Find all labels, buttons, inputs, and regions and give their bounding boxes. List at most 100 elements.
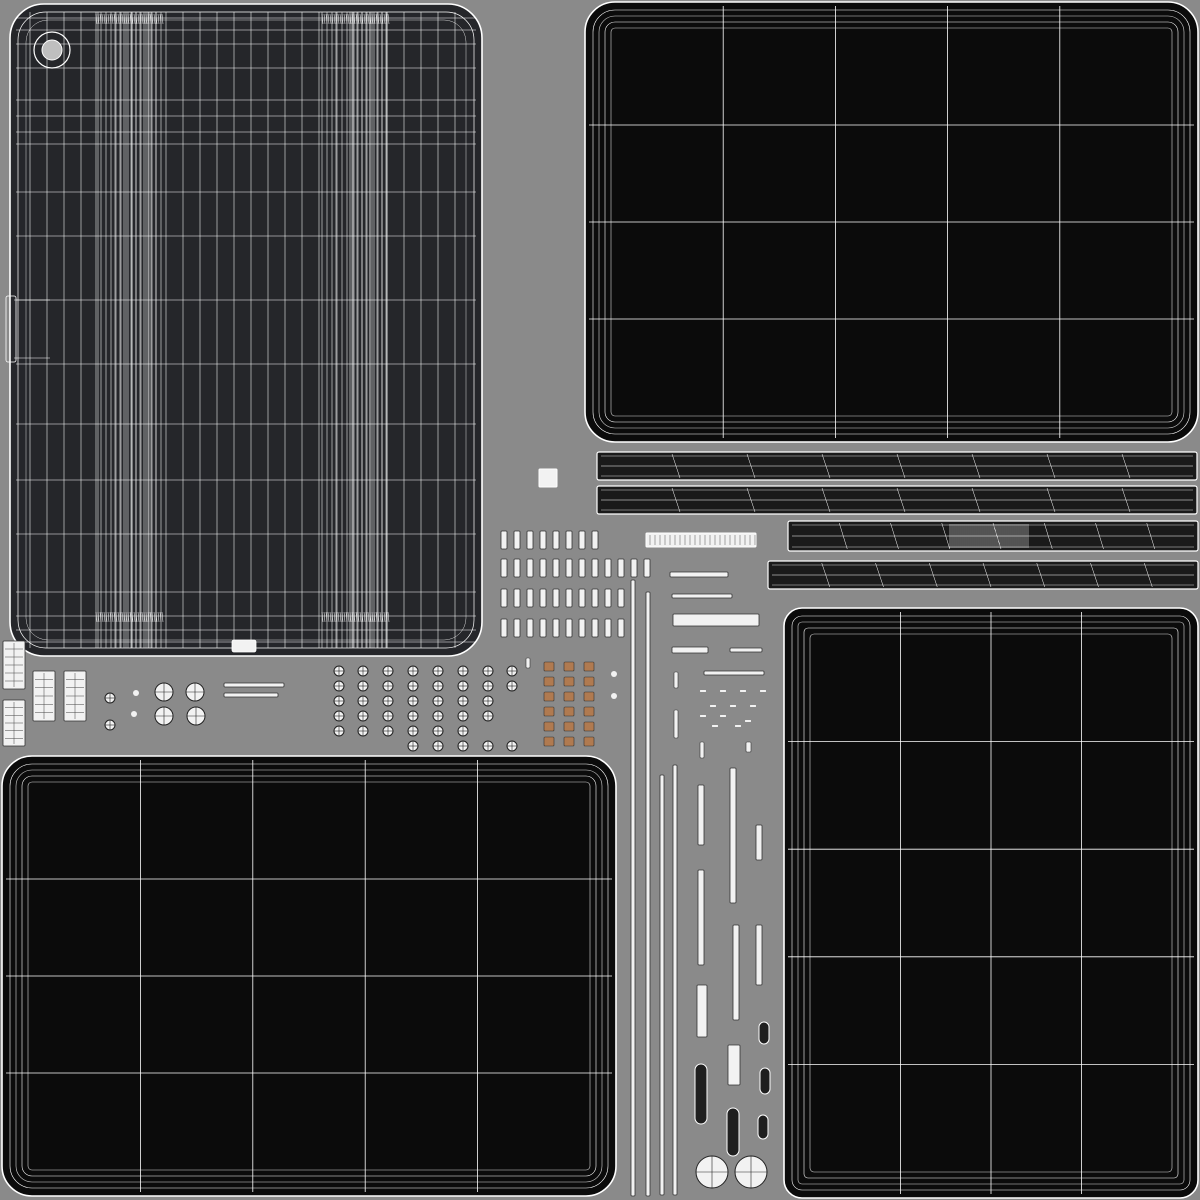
pin-contact	[604, 558, 612, 578]
header-bar-part	[645, 532, 757, 548]
pin-contact	[500, 588, 508, 608]
tiny-fragment	[730, 705, 736, 707]
capsule-part	[759, 1067, 771, 1095]
thin-bar-part	[671, 646, 709, 654]
pin-contact	[513, 588, 521, 608]
uv-island-back-shell	[5, 3, 483, 657]
capsule-part	[758, 1021, 770, 1045]
tiny-fragment	[720, 715, 726, 717]
tiny-fragment	[750, 705, 756, 707]
pin-contact	[565, 530, 573, 550]
pin-contact	[552, 558, 560, 578]
pin-contact	[604, 618, 612, 638]
thin-bar-part	[672, 613, 760, 627]
copper-contact	[543, 721, 555, 732]
tiny-fragment	[720, 690, 726, 692]
tiny-dot	[133, 690, 139, 696]
pin-contact	[500, 558, 508, 578]
tiny-fragment	[673, 709, 679, 739]
tiny-fragment	[710, 705, 716, 707]
pin-contact	[578, 618, 586, 638]
copper-contact	[583, 736, 595, 747]
copper-contact	[563, 736, 575, 747]
pin-contact	[630, 558, 638, 578]
long-flex-strip	[672, 764, 678, 1196]
tiny-fragment	[735, 725, 741, 727]
pin-contact	[591, 618, 599, 638]
thin-bar-part	[669, 571, 729, 578]
tiny-fragment	[745, 720, 751, 722]
thin-bar-part	[703, 670, 765, 676]
tiny-dot	[611, 671, 617, 677]
tiny-fragment	[525, 657, 531, 669]
copper-contact	[583, 661, 595, 672]
connector-part	[696, 984, 708, 1038]
pin-contact	[513, 530, 521, 550]
pin-contact	[617, 558, 625, 578]
pin-contact	[643, 558, 651, 578]
thin-bar-part	[729, 647, 763, 653]
pin-contact	[578, 530, 586, 550]
copper-contact	[583, 706, 595, 717]
pin-contact	[539, 588, 547, 608]
connector-part	[697, 784, 705, 846]
connector-part	[727, 1044, 741, 1086]
pin-contact	[539, 618, 547, 638]
tiny-fragment	[700, 690, 706, 692]
pin-contact	[578, 588, 586, 608]
copper-contact	[543, 691, 555, 702]
uv-layout-canvas	[0, 0, 1200, 1200]
pin-contact	[539, 530, 547, 550]
tiny-fragment	[760, 690, 766, 692]
capsule-part	[694, 1063, 708, 1125]
thin-bar-part	[223, 682, 285, 688]
pin-contact	[513, 558, 521, 578]
copper-contact	[563, 706, 575, 717]
thin-bar-part	[671, 593, 733, 599]
pin-contact	[617, 618, 625, 638]
pin-contact	[591, 558, 599, 578]
pin-contact	[539, 558, 547, 578]
uv-island-screen-bottom-right	[783, 607, 1199, 1199]
tiny-fragment	[712, 725, 718, 727]
copper-contact	[583, 691, 595, 702]
tiny-dot	[131, 711, 137, 717]
copper-contact	[563, 721, 575, 732]
pin-contact	[604, 588, 612, 608]
long-flex-strip	[630, 579, 636, 1197]
connector-part	[755, 824, 763, 861]
copper-contact	[543, 661, 555, 672]
bottom-port	[231, 639, 257, 653]
copper-contact	[563, 676, 575, 687]
pin-contact	[591, 588, 599, 608]
tiny-fragment	[740, 690, 746, 692]
capsule-part	[757, 1114, 769, 1140]
tiny-fragment	[700, 715, 706, 717]
copper-contact	[563, 691, 575, 702]
uv-island-screen-bottom-left	[1, 755, 617, 1197]
pin-contact	[565, 558, 573, 578]
uv-island-screen-top-right	[584, 1, 1199, 443]
pin-contact	[526, 618, 534, 638]
pin-contact	[513, 618, 521, 638]
copper-contact	[543, 706, 555, 717]
copper-contact	[543, 676, 555, 687]
thin-bar-part	[223, 692, 279, 698]
connector-part	[729, 767, 737, 904]
copper-contact	[583, 676, 595, 687]
capsule-part	[726, 1107, 740, 1157]
pin-contact	[565, 618, 573, 638]
pin-contact	[565, 588, 573, 608]
connector-part	[755, 924, 763, 986]
pin-contact	[552, 618, 560, 638]
pin-contact	[552, 530, 560, 550]
pin-contact	[526, 530, 534, 550]
copper-contact	[563, 661, 575, 672]
connector-part	[732, 924, 740, 1021]
pin-contact	[500, 530, 508, 550]
tiny-fragment	[745, 741, 752, 753]
pin-contact	[526, 588, 534, 608]
tiny-fragment	[699, 741, 705, 759]
camera-lens	[41, 39, 63, 61]
pin-contact	[552, 588, 560, 608]
